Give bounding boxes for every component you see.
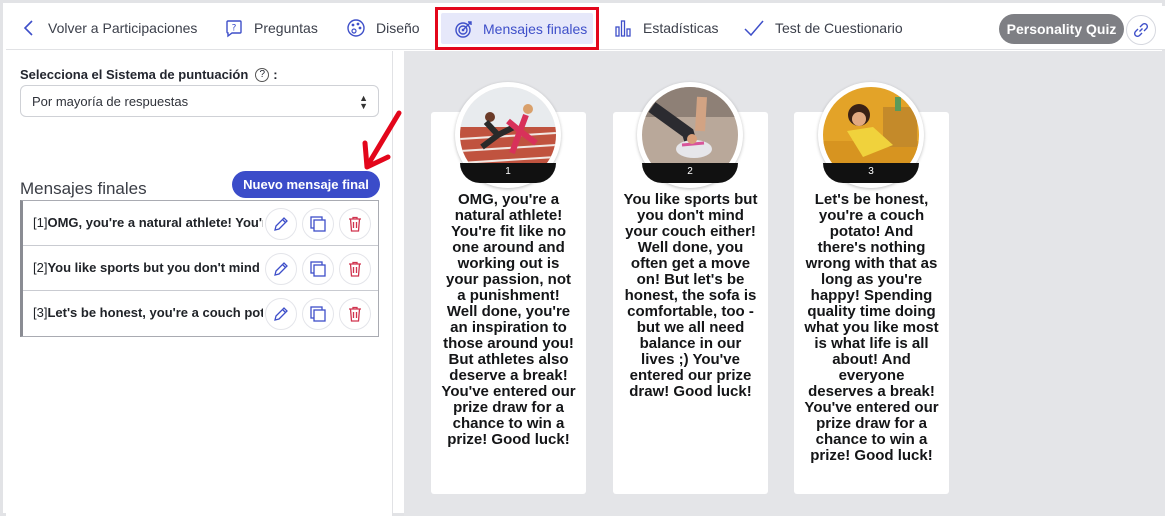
edit-message-button[interactable]	[265, 298, 297, 330]
tab-diseno[interactable]: Diseño	[346, 6, 420, 50]
quiz-type-badge[interactable]: Personality Quiz	[999, 14, 1124, 44]
message-index: [1]	[33, 215, 48, 230]
tab-preguntas[interactable]: ? Preguntas	[224, 6, 318, 50]
list-item[interactable]: [3]Let's be honest, you're a couch potat…	[23, 291, 378, 336]
message-card[interactable]: 2 You like sports but you don't mind you…	[613, 82, 768, 494]
svg-text:?: ?	[232, 24, 237, 34]
scoring-system-value: Por mayoría de respuestas	[32, 93, 189, 109]
scoring-system-label: Selecciona el Sistema de puntuación ? :	[20, 67, 278, 82]
settings-panel: Selecciona el Sistema de puntuación ? : …	[6, 51, 402, 516]
app-frame: Volver a Participaciones ? Preguntas Dis…	[0, 0, 1165, 516]
duplicate-icon	[310, 306, 326, 322]
final-messages-list: [1]OMG, you're a natural athlete! You're…	[20, 200, 379, 337]
tab-mensajes-finales[interactable]: Mensajes finales	[435, 7, 599, 50]
pencil-icon	[274, 217, 288, 231]
scoring-colon: :	[273, 67, 278, 82]
back-label: Volver a Participaciones	[48, 20, 198, 36]
top-navigation: Volver a Participaciones ? Preguntas Dis…	[6, 6, 1165, 50]
help-icon[interactable]: ?	[255, 67, 270, 82]
tab-estadisticas-label: Estadísticas	[643, 20, 719, 36]
card-number: 3	[823, 163, 919, 183]
new-final-message-button[interactable]: Nuevo mensaje final	[232, 171, 380, 198]
palette-icon	[347, 19, 365, 37]
tab-estadisticas[interactable]: Estadísticas	[613, 6, 718, 50]
target-icon	[455, 20, 472, 38]
trash-icon	[349, 216, 361, 232]
duplicate-message-button[interactable]	[302, 253, 334, 285]
back-to-participations-link[interactable]: Volver a Participaciones	[22, 6, 197, 50]
list-item[interactable]: [1]OMG, you're a natural athlete! You're…	[23, 201, 378, 246]
duplicate-icon	[310, 216, 326, 232]
card-message-text: OMG, you're a natural athlete! You're fi…	[441, 191, 576, 448]
message-title: [3]Let's be honest, you're a couch potat…	[33, 305, 263, 320]
chevron-left-icon	[23, 20, 33, 36]
message-index: [2]	[33, 260, 48, 275]
trash-icon	[349, 261, 361, 277]
duplicate-message-button[interactable]	[302, 298, 334, 330]
message-text: OMG, you're a natural athlete! You're fi…	[47, 215, 263, 230]
tab-test-label: Test de Cuestionario	[775, 20, 903, 36]
select-caret-icon: ▲ ▼	[359, 93, 368, 111]
message-text: Let's be honest, you're a couch potato!	[47, 305, 263, 320]
red-arrow-icon	[362, 110, 402, 170]
scoring-system-select[interactable]: Por mayoría de respuestas ▲ ▼	[20, 85, 379, 117]
card-number: 2	[642, 163, 738, 183]
message-text: You like sports but you don't mind your …	[47, 260, 263, 275]
delete-message-button[interactable]	[339, 253, 371, 285]
message-title: [2]You like sports but you don't mind yo…	[33, 260, 263, 275]
tab-mensajes-active-bg: Mensajes finales	[441, 13, 593, 44]
card-number: 1	[460, 163, 556, 183]
tab-diseno-label: Diseño	[376, 20, 420, 36]
pencil-icon	[274, 262, 288, 276]
tab-mensajes-label: Mensajes finales	[483, 20, 588, 37]
card-avatar: 1	[455, 82, 561, 188]
card-avatar: 2	[637, 82, 743, 188]
delete-message-button[interactable]	[339, 298, 371, 330]
tab-preguntas-label: Preguntas	[254, 20, 318, 36]
pencil-icon	[274, 307, 288, 321]
card-message-text: You like sports but you don't mind your …	[623, 191, 758, 400]
final-messages-preview: 1 OMG, you're a natural athlete! You're …	[404, 51, 1165, 516]
message-card[interactable]: 3 Let's be honest, you're a couch potato…	[794, 82, 949, 494]
card-message-text: Let's be honest, you're a couch potato! …	[804, 191, 939, 464]
message-card[interactable]: 1 OMG, you're a natural athlete! You're …	[431, 82, 586, 494]
list-item[interactable]: [2]You like sports but you don't mind yo…	[23, 246, 378, 291]
delete-message-button[interactable]	[339, 208, 371, 240]
edit-message-button[interactable]	[265, 253, 297, 285]
final-messages-heading: Mensajes finales	[20, 179, 147, 198]
question-icon: ?	[226, 20, 242, 38]
message-index: [3]	[33, 305, 48, 320]
bar-chart-icon	[615, 20, 631, 37]
share-link-button[interactable]	[1126, 15, 1156, 45]
message-title: [1]OMG, you're a natural athlete! You're…	[33, 215, 263, 230]
edit-message-button[interactable]	[265, 208, 297, 240]
tab-test-cuestionario[interactable]: Test de Cuestionario	[743, 6, 903, 50]
duplicate-icon	[310, 261, 326, 277]
check-icon	[744, 20, 764, 37]
scoring-system-text: Selecciona el Sistema de puntuación	[20, 67, 249, 82]
card-avatar: 3	[818, 82, 924, 188]
link-icon	[1133, 22, 1149, 38]
trash-icon	[349, 306, 361, 322]
duplicate-message-button[interactable]	[302, 208, 334, 240]
